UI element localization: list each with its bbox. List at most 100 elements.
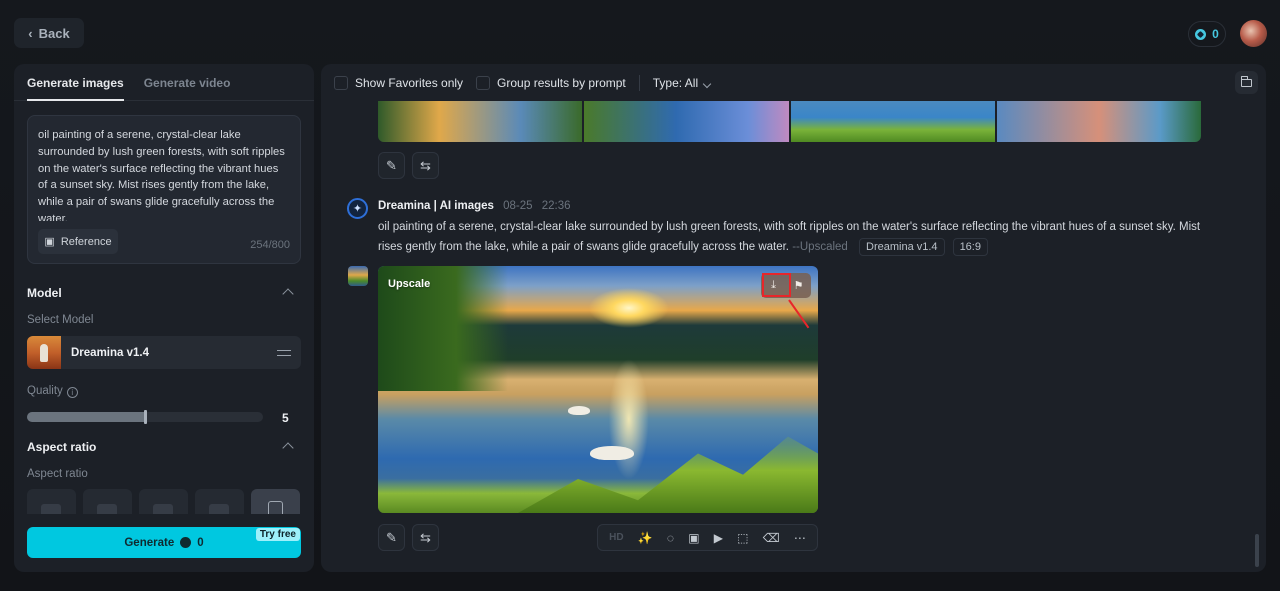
add-to-video-icon[interactable]: ▶ <box>714 531 723 545</box>
aspect-ratio-option[interactable] <box>83 489 132 514</box>
credit-coin-icon <box>1195 28 1207 40</box>
folder-icon <box>1241 75 1252 87</box>
upscale-label: Upscale <box>388 278 431 290</box>
filter-bar: Show Favorites only Group results by pro… <box>334 74 712 92</box>
regenerate-button[interactable]: ⇆ <box>412 152 439 179</box>
user-avatar[interactable] <box>1240 20 1267 47</box>
prompt-text[interactable]: oil painting of a serene, crystal-clear … <box>38 127 288 221</box>
model-section-title: Model <box>27 286 62 300</box>
quality-slider[interactable] <box>27 410 263 424</box>
prompt-text: oil painting of a serene, crystal-clear … <box>378 221 1201 253</box>
repeat-icon: ⇆ <box>420 157 431 173</box>
inpaint-icon[interactable]: ◌ <box>667 531 674 545</box>
quality-value: 5 <box>282 411 289 425</box>
hd-button[interactable]: HD <box>609 532 623 543</box>
more-icon[interactable]: ⋯ <box>794 531 806 545</box>
message-sender: Dreamina | AI images <box>378 200 494 212</box>
aspect-ratio-label: Aspect ratio <box>27 468 88 480</box>
repeat-icon: ⇆ <box>420 529 431 545</box>
credits-count: 0 <box>1212 27 1219 41</box>
image-swan <box>590 446 634 460</box>
expand-frame-icon[interactable]: ▣ <box>688 531 699 545</box>
favorites-checkbox[interactable] <box>334 76 348 90</box>
result-thumbnail[interactable] <box>790 101 995 142</box>
generate-label: Generate <box>124 536 175 549</box>
result-thumbnail[interactable] <box>996 101 1201 142</box>
back-button[interactable]: ‹ Back <box>14 18 84 48</box>
back-label: Back <box>38 25 70 41</box>
aspect-section-title: Aspect ratio <box>27 440 97 454</box>
char-count: 254/800 <box>250 239 290 251</box>
generate-cost: 0 <box>197 536 204 549</box>
folder-button[interactable] <box>1235 71 1258 94</box>
mode-tabs: Generate images Generate video <box>14 64 314 101</box>
generated-image[interactable]: Upscale ⤓ ⚑ <box>378 266 818 513</box>
credit-coin-icon <box>180 537 192 548</box>
reference-label: Reference <box>60 235 112 248</box>
group-by-prompt-checkbox[interactable] <box>476 76 491 90</box>
dreamina-logo-icon: ✦ <box>347 198 368 219</box>
results-panel: Show Favorites only Group results by pro… <box>321 64 1266 572</box>
edit-prompt-button[interactable]: ✎ <box>378 152 405 179</box>
selected-model: Dreamina v1.4 <box>71 346 149 359</box>
message-prompt: oil painting of a serene, crystal-clear … <box>378 218 1208 257</box>
credits-badge[interactable]: 0 <box>1188 21 1226 47</box>
try-free-badge: Try free <box>255 528 300 541</box>
reference-button[interactable]: ▣ Reference <box>38 229 118 254</box>
model-thumbnail <box>27 336 61 369</box>
aspect-ratio-option[interactable] <box>27 489 76 514</box>
chevron-down-icon <box>702 79 712 89</box>
info-icon[interactable]: i <box>66 387 78 398</box>
aspect-shape-icon <box>268 501 283 514</box>
tab-generate-video[interactable]: Generate video <box>144 64 231 100</box>
message-header: Dreamina | AI images 08-25 22:36 <box>378 200 571 212</box>
aspect-ratio-option[interactable] <box>195 489 244 514</box>
message-time: 22:36 <box>541 200 571 212</box>
quality-slider-handle[interactable] <box>144 410 147 424</box>
quality-slider-fill <box>27 412 145 422</box>
resize-icon[interactable]: ⬚ <box>737 531 748 545</box>
result-thumbnail[interactable] <box>378 101 583 142</box>
regenerate-button[interactable]: ⇆ <box>412 524 439 551</box>
tab-generate-images[interactable]: Generate images <box>27 64 124 101</box>
type-filter-label: Type: All <box>652 76 699 90</box>
chevron-up-icon[interactable] <box>282 442 294 454</box>
aspect-ratio-option[interactable] <box>251 489 300 514</box>
source-thumbnail[interactable] <box>348 266 368 286</box>
prompt-input[interactable]: oil painting of a serene, crystal-clear … <box>27 115 301 264</box>
scrollbar[interactable] <box>1255 534 1259 567</box>
message-date: 08-25 <box>503 200 533 212</box>
aspect-shape-icon <box>97 504 117 514</box>
pencil-icon: ✎ <box>386 529 397 545</box>
image-swan <box>568 406 590 415</box>
generation-panel: Generate images Generate video oil paint… <box>14 64 314 572</box>
annotation-highlight <box>762 273 791 297</box>
group-by-prompt-label[interactable]: Group results by prompt <box>497 76 626 90</box>
chevron-left-icon: ‹ <box>28 25 33 41</box>
quality-label: Quality i <box>27 385 78 398</box>
image-add-icon: ▣ <box>44 236 55 248</box>
image-grass <box>518 436 818 513</box>
aspect-shape-icon <box>153 504 173 514</box>
aspect-shape-icon <box>41 504 61 514</box>
favorites-label[interactable]: Show Favorites only <box>355 76 463 90</box>
model-select[interactable]: Dreamina v1.4 <box>27 336 301 369</box>
type-filter-dropdown[interactable]: Type: All <box>652 76 712 90</box>
magic-wand-icon[interactable]: ✨ <box>638 531 653 545</box>
eraser-icon[interactable]: ⌫ <box>763 531 780 545</box>
aspect-ratio-option[interactable] <box>139 489 188 514</box>
aspect-ratio-options <box>27 489 301 514</box>
previous-results-strip <box>378 101 1201 142</box>
ratio-tag: 16:9 <box>952 237 988 256</box>
pencil-icon: ✎ <box>386 157 397 173</box>
aspect-shape-icon <box>209 504 229 514</box>
settings-sliders-icon[interactable] <box>277 347 291 359</box>
result-thumbnail[interactable] <box>584 101 789 142</box>
model-tag: Dreamina v1.4 <box>859 237 945 256</box>
select-model-label: Select Model <box>27 314 94 326</box>
edit-prompt-button[interactable]: ✎ <box>378 524 405 551</box>
quality-label-text: Quality <box>27 385 63 397</box>
generate-button[interactable]: Generate 0 Try free <box>27 527 301 558</box>
chevron-up-icon[interactable] <box>282 288 294 300</box>
image-toolbar: HD ✨ ◌ ▣ ▶ ⬚ ⌫ ⋯ <box>597 524 818 551</box>
